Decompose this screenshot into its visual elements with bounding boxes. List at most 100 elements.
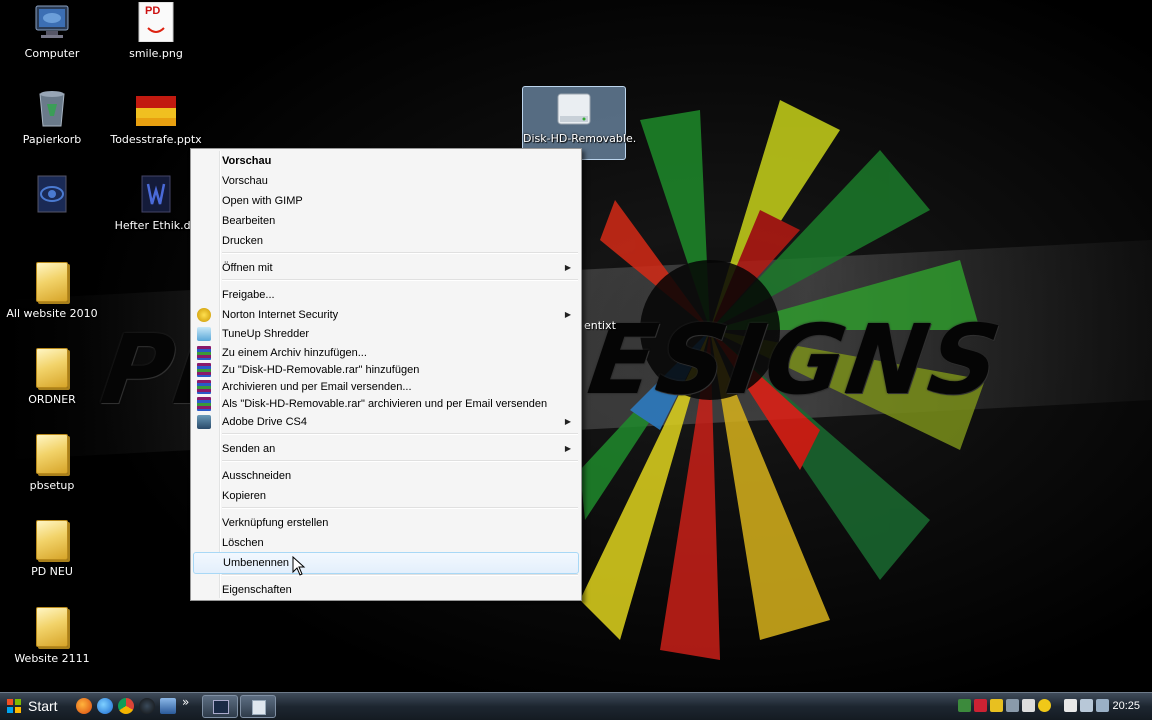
menu-item-bearbeiten[interactable]: Bearbeiten [193,212,579,230]
folder-icon [32,262,72,302]
desktop-icon-website-2111[interactable]: Website 2111 [4,607,100,665]
winrar-icon [197,363,211,377]
menu-item-label: Drucken [222,235,263,247]
folder-icon [32,607,72,647]
menu-item-öffnen-mit[interactable]: Öffnen mit ▶ [193,259,579,277]
menu-item-eigenschaften[interactable]: Eigenschaften [193,581,579,599]
submenu-arrow-icon: ▶ [564,310,571,319]
menu-item-tuneup-shredder[interactable]: TuneUp Shredder [193,325,579,343]
folder-icon [32,348,72,388]
tray-update-icon[interactable] [990,699,1003,712]
desktop-icon-label: Disk-HD-Removable. [523,132,637,145]
menu-item-open-with-gimp[interactable]: Open with GIMP [193,192,579,210]
chrome-icon[interactable] [118,698,134,714]
tray-steam-icon[interactable] [1006,699,1019,712]
desktop-icon-label: smile.png [129,47,183,60]
context-menu: Vorschau Vorschau Open with GIMP Bearbeiten… [190,148,582,601]
menu-item-verknüpfung-erstellen[interactable]: Verknüpfung erstellen [193,514,579,532]
removable-disk-icon [554,90,594,130]
menu-item-label: Umbenennen [223,557,290,569]
desktop-icon-smile-png[interactable]: PD smile.png [108,1,204,60]
menu-item-label: Verknüpfung erstellen [222,517,329,529]
norton-icon [197,308,211,322]
media-player-icon[interactable] [139,698,155,714]
word-file-icon [136,174,176,214]
desktop-icon-computer[interactable]: Computer [4,2,100,60]
taskbar-app-explorer[interactable] [240,695,276,718]
desktop-icon-pd-neu[interactable]: PD NEU [4,520,100,578]
menu-item-umbenennen[interactable]: Umbenennen [193,552,579,574]
image-file-icon: PD [136,1,176,43]
menu-item-vorschau[interactable]: Vorschau [193,172,579,190]
menu-separator [222,433,578,435]
winrar-icon [197,380,211,394]
tray-action-center-icon[interactable] [1064,699,1077,712]
menu-item-label: Eigenschaften [222,584,292,596]
submenu-arrow-icon: ▶ [564,417,571,426]
show-desktop-icon[interactable] [160,698,176,714]
powerpoint-file-icon [136,88,176,128]
menu-item-label: Vorschau [222,175,268,187]
desktop-icon-shortcut[interactable] [4,174,100,219]
menu-item-label: Open with GIMP [222,195,303,207]
desktop: PH ESIGNS Computer PD smile.png Papierko… [0,0,1152,720]
menu-item-archivieren-und-per-email-versenden[interactable]: Archivieren und per Email versenden... [193,378,579,396]
windows-logo-icon [7,699,21,713]
desktop-icon-label: pbsetup [29,479,75,492]
menu-item-label: Vorschau [222,155,272,167]
menu-item-ausschneiden[interactable]: Ausschneiden [193,467,579,485]
menu-item-als-disk-hd-removable-rar-archivieren-und-per-email-versenden[interactable]: Als "Disk-HD-Removable.rar" archivieren … [193,395,579,413]
start-button[interactable]: Start [0,693,68,720]
mouse-cursor [292,556,306,576]
winrar-icon [197,397,211,411]
desktop-icon-label: ORDNER [28,393,76,406]
tray-network-icon[interactable] [958,699,971,712]
menu-separator [222,460,578,462]
menu-item-label: Adobe Drive CS4 [222,416,307,428]
menu-item-zu-einem-archiv-hinzufügen[interactable]: Zu einem Archiv hinzufügen... [193,344,579,362]
menu-item-drucken[interactable]: Drucken [193,232,579,250]
desktop-icon-label: PD NEU [31,565,73,578]
menu-separator [222,279,578,281]
desktop-icon-label: Todesstrafe.pptx [110,133,202,146]
menu-item-freigabe[interactable]: Freigabe... [193,286,579,304]
menu-item-label: Freigabe... [222,289,275,301]
internet-explorer-icon[interactable] [97,698,113,714]
tray-flag-icon[interactable] [974,699,987,712]
menu-item-löschen[interactable]: Löschen [193,534,579,552]
pd-badge: PD [145,5,161,17]
menu-item-label: Senden an [222,443,276,455]
submenu-arrow-icon: ▶ [564,444,571,453]
desktop-icon-recycle-bin[interactable]: Papierkorb [4,88,100,146]
desktop-icon-ordner[interactable]: ORDNER [4,348,100,406]
tray-usb-icon[interactable] [1080,699,1093,712]
folder-icon [32,434,72,474]
desktop-icon-pbsetup[interactable]: pbsetup [4,434,100,492]
tray-volume-icon[interactable] [1096,699,1109,712]
desktop-icon-all-website-2010[interactable]: All website 2010 [4,262,100,320]
menu-separator [222,507,578,509]
quicklaunch-chevron[interactable]: » [182,695,189,709]
recycle-bin-icon [32,88,72,128]
desktop-icon-label: Computer [24,47,80,60]
clock[interactable]: 20:25 [1112,693,1140,720]
menu-item-zu-disk-hd-removable-rar-hinzufügen[interactable]: Zu "Disk-HD-Removable.rar" hinzufügen [193,361,579,379]
desktop-icon-label: Website 2111 [14,652,90,665]
menu-separator [222,252,578,254]
menu-item-kopieren[interactable]: Kopieren [193,487,579,505]
menu-item-norton-internet-security[interactable]: Norton Internet Security ▶ [193,306,579,324]
menu-item-label: Öffnen mit [222,262,273,274]
menu-item-label: TuneUp Shredder [222,328,310,340]
desktop-icon-todesstrafe-pptx[interactable]: Todesstrafe.pptx [108,88,204,146]
winrar-icon [197,346,211,360]
menu-item-label: Als "Disk-HD-Removable.rar" archivieren … [222,398,548,410]
firefox-icon[interactable] [76,698,92,714]
menu-item-label: Zu einem Archiv hinzufügen... [222,347,367,359]
menu-item-label: Ausschneiden [222,470,292,482]
menu-item-senden-an[interactable]: Senden an ▶ [193,440,579,458]
menu-item-vorschau[interactable]: Vorschau [193,152,579,170]
taskbar-app-desktop[interactable] [202,695,238,718]
menu-item-adobe-drive-cs4[interactable]: Adobe Drive CS4 ▶ [193,413,579,431]
tray-norton-icon[interactable] [1038,699,1051,712]
tray-security-icon[interactable] [1022,699,1035,712]
